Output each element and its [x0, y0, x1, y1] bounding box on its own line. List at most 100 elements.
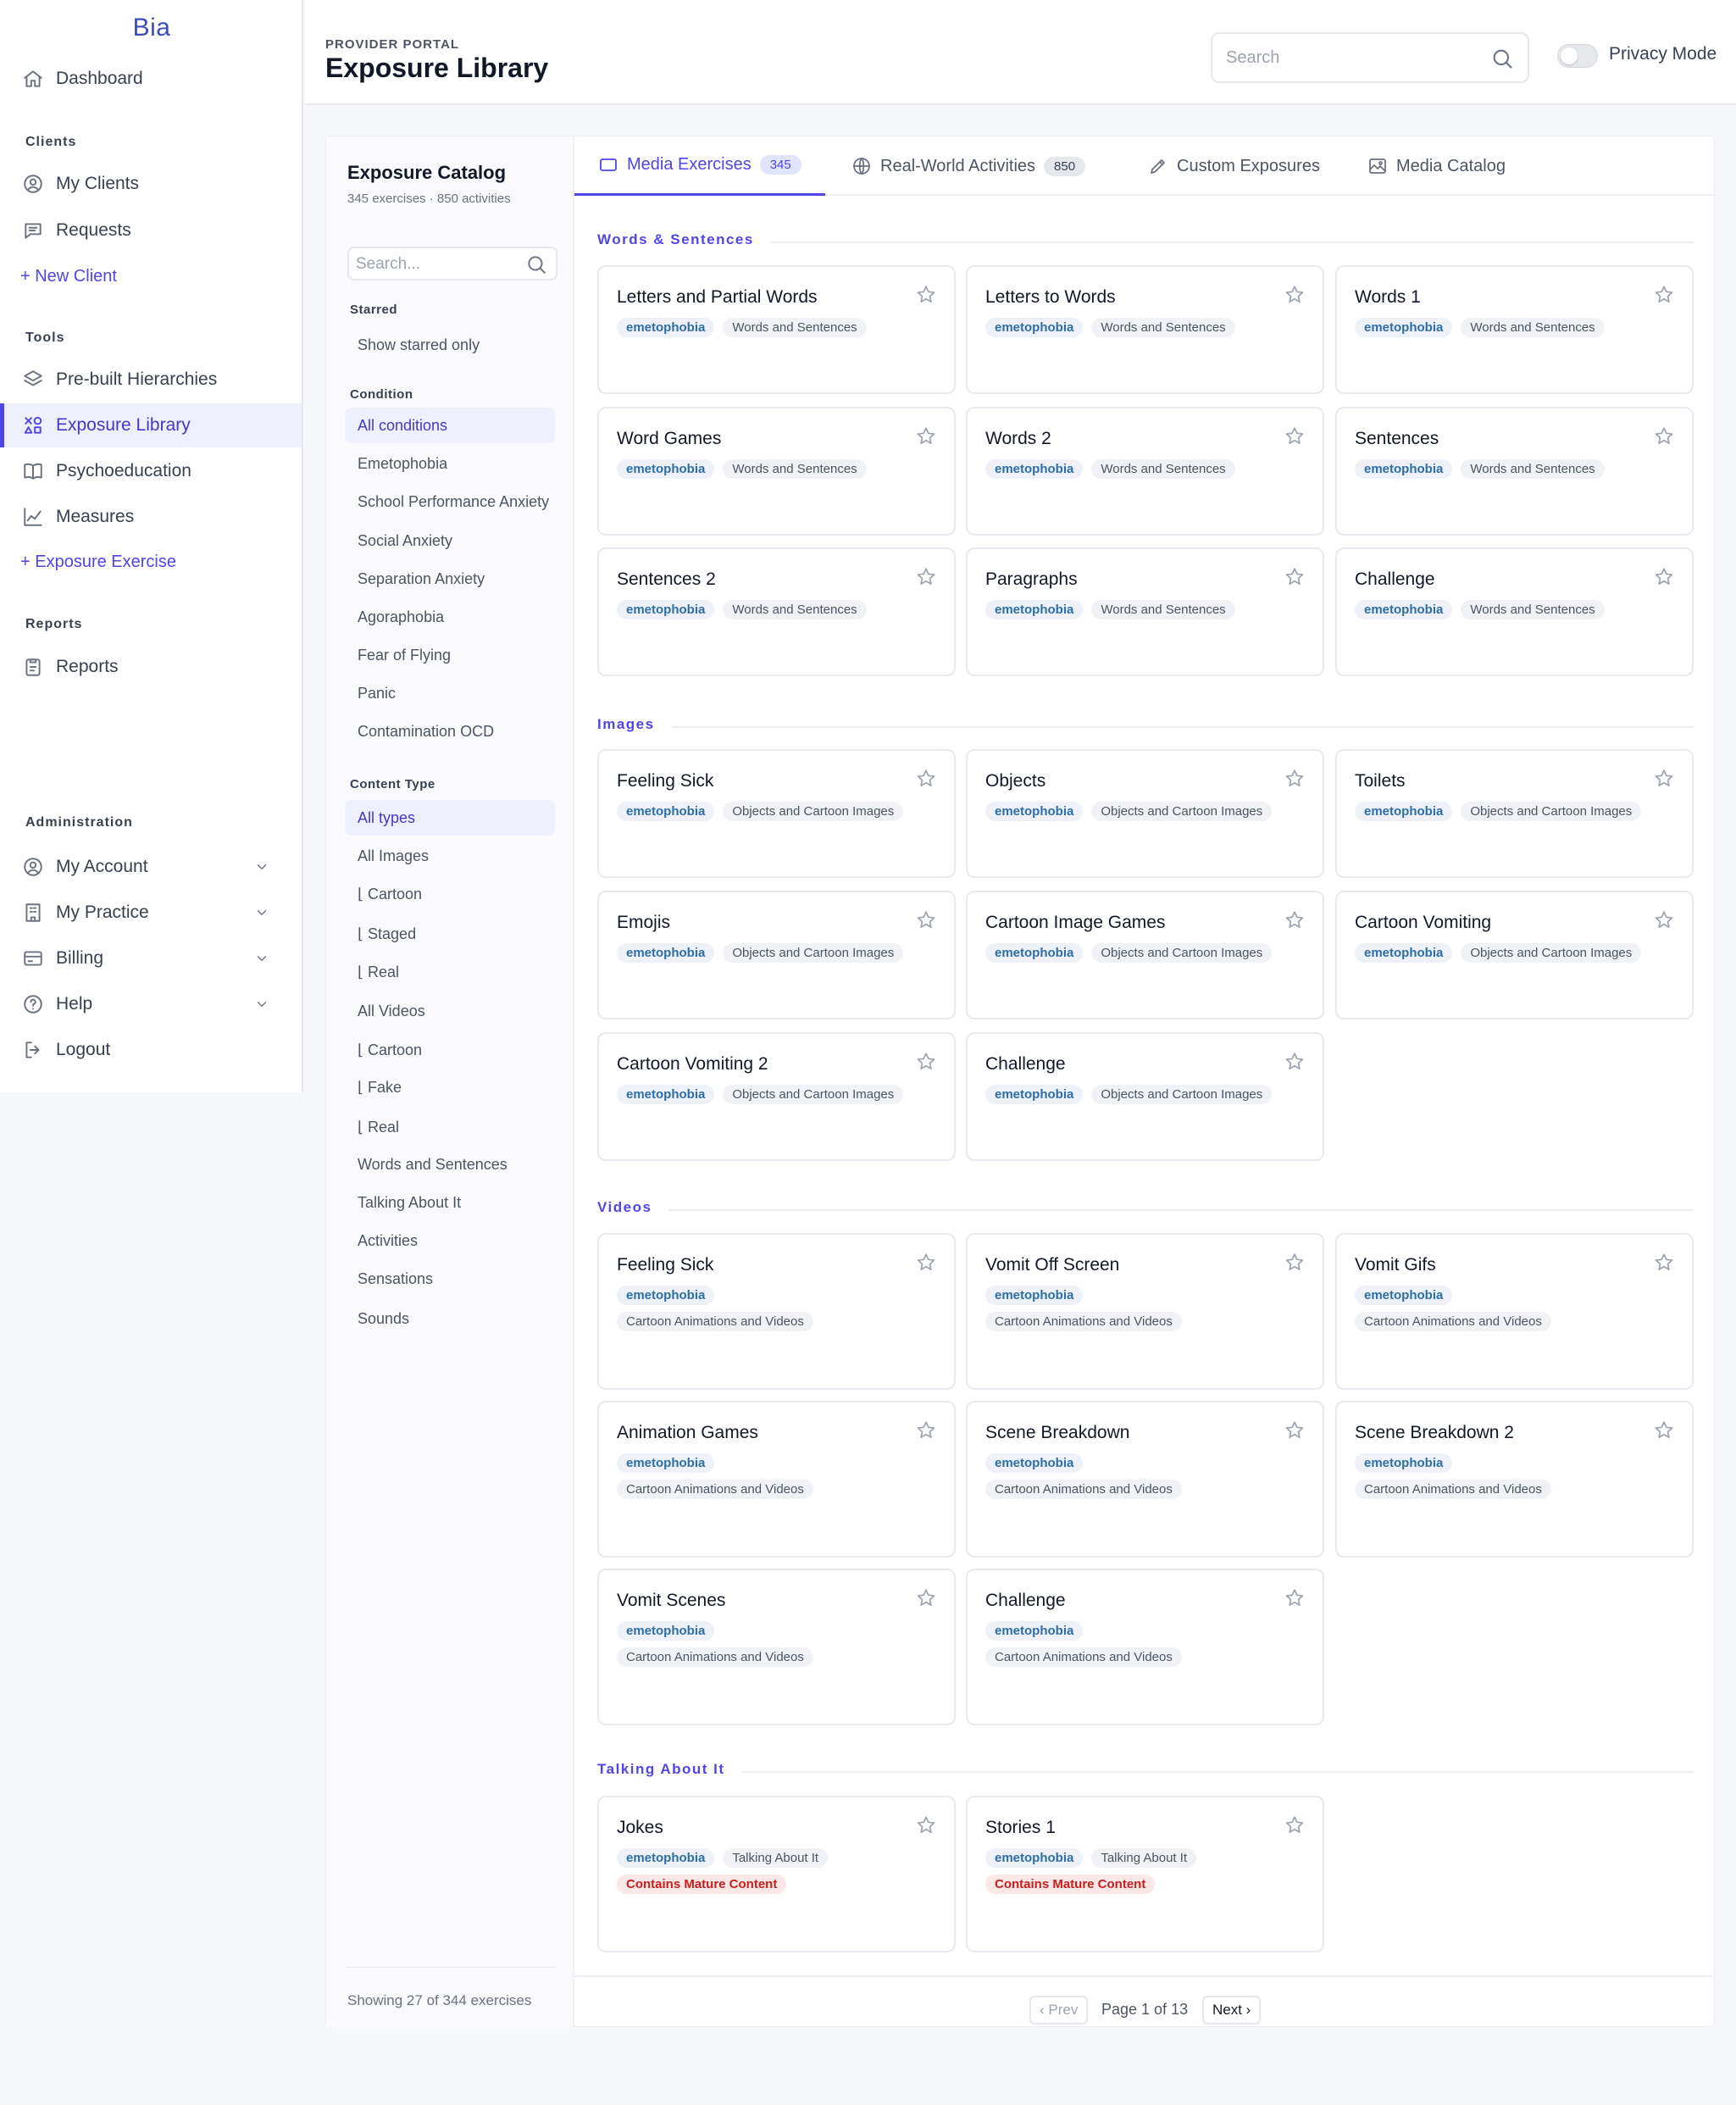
filter-content-type-option[interactable]: All Videos: [345, 993, 555, 1029]
exercise-card[interactable]: Vomit Off Screen emetophobia Cartoon Anima…: [966, 1233, 1324, 1390]
exercise-card[interactable]: Challenge emetophobia Objects and Cartoon …: [966, 1032, 1324, 1161]
nav-dashboard[interactable]: Dashboard: [0, 57, 302, 101]
nav-exposure-library[interactable]: Exposure Library: [0, 403, 302, 447]
star-icon[interactable]: [915, 1419, 937, 1441]
filter-content-type-option[interactable]: ⌊ Real: [345, 954, 555, 990]
exercise-card[interactable]: Cartoon Vomiting 2 emetophobia Objects and…: [597, 1032, 956, 1161]
exercise-card[interactable]: Scene Breakdown emetophobia Cartoon Animat…: [966, 1401, 1324, 1558]
exercise-card[interactable]: Vomit Scenes emetophobia Cartoon Animation…: [597, 1569, 956, 1725]
star-icon[interactable]: [1653, 1419, 1675, 1441]
star-icon[interactable]: [915, 425, 937, 447]
exercise-card[interactable]: Challenge emetophobia Cartoon Animations a…: [966, 1569, 1324, 1725]
nav-help[interactable]: Help: [0, 982, 302, 1026]
exercise-card[interactable]: Paragraphs emetophobia Words and Sentences: [966, 547, 1324, 676]
exercise-card[interactable]: Cartoon Image Games emetophobia Objects an…: [966, 891, 1324, 1019]
nav-psychoeducation[interactable]: Psychoeducation: [0, 449, 302, 493]
prev-page-button[interactable]: ‹ Prev: [1029, 1996, 1089, 2024]
chevron-down-icon[interactable]: [254, 997, 269, 1012]
filter-starred-only[interactable]: Show starred only: [345, 327, 555, 363]
exercise-card[interactable]: Stories 1 emetophobia Talking About It Cont…: [966, 1796, 1324, 1952]
star-icon[interactable]: [1284, 1252, 1306, 1274]
star-icon[interactable]: [1284, 1587, 1306, 1609]
privacy-mode-toggle[interactable]: [1557, 44, 1598, 68]
star-icon[interactable]: [1653, 1252, 1675, 1274]
exercise-card[interactable]: Word Games emetophobia Words and Sentences: [597, 407, 956, 536]
filter-condition-option[interactable]: Panic: [345, 675, 555, 711]
filter-condition-option[interactable]: Agoraphobia: [345, 599, 555, 635]
chevron-down-icon[interactable]: [254, 859, 269, 875]
exercise-card[interactable]: Jokes emetophobia Talking About It Contains…: [597, 1796, 956, 1952]
catalog-search-input[interactable]: [356, 253, 517, 275]
app-logo[interactable]: Bia: [0, 14, 303, 42]
filter-content-type-option[interactable]: ⌊ Fake: [345, 1069, 555, 1105]
filter-content-type-option[interactable]: Talking About It: [345, 1185, 555, 1220]
exposure-exercise-link[interactable]: + Exposure Exercise: [20, 553, 176, 572]
chevron-down-icon[interactable]: [254, 905, 269, 920]
nav-my-clients[interactable]: My Clients: [0, 162, 302, 206]
filter-condition-option[interactable]: Separation Anxiety: [345, 561, 555, 597]
star-icon[interactable]: [1653, 425, 1675, 447]
star-icon[interactable]: [1284, 1814, 1306, 1836]
filter-condition-option[interactable]: Contamination OCD: [345, 714, 555, 749]
filter-content-type-option[interactable]: Words and Sentences: [345, 1147, 555, 1182]
catalog-search[interactable]: [347, 247, 557, 280]
filter-content-type-option[interactable]: Sounds: [345, 1301, 555, 1336]
filter-content-type-option[interactable]: ⌊ Cartoon: [345, 1032, 555, 1068]
star-icon[interactable]: [915, 1051, 937, 1073]
star-icon[interactable]: [1284, 768, 1306, 790]
filter-content-type-option[interactable]: ⌊ Real: [345, 1109, 555, 1145]
star-icon[interactable]: [1284, 284, 1306, 306]
filter-content-type-option[interactable]: Sensations: [345, 1261, 555, 1297]
exercise-card[interactable]: Challenge emetophobia Words and Sentences: [1335, 547, 1694, 676]
star-icon[interactable]: [915, 909, 937, 931]
exercise-card[interactable]: Words 1 emetophobia Words and Sentences: [1335, 265, 1694, 394]
exercise-card[interactable]: Feeling Sick emetophobia Objects and Carto…: [597, 749, 956, 878]
exercise-card[interactable]: Sentences emetophobia Words and Sentences: [1335, 407, 1694, 536]
star-icon[interactable]: [1284, 566, 1306, 588]
exercise-card[interactable]: Letters to Words emetophobia Words and Sen…: [966, 265, 1324, 394]
tab-media-catalog[interactable]: Media Catalog: [1367, 136, 1506, 196]
exercise-card[interactable]: Animation Games emetophobia Cartoon Animat…: [597, 1401, 956, 1558]
global-search[interactable]: [1211, 32, 1529, 83]
filter-content-type-option[interactable]: Activities: [345, 1223, 555, 1258]
star-icon[interactable]: [1284, 909, 1306, 931]
star-icon[interactable]: [915, 566, 937, 588]
filter-content-type-option[interactable]: All Images: [345, 838, 555, 874]
nav-billing[interactable]: Billing: [0, 936, 302, 980]
exercise-card[interactable]: Objects emetophobia Objects and Cartoon Im…: [966, 749, 1324, 878]
nav-logout[interactable]: Logout: [0, 1028, 302, 1072]
nav-requests[interactable]: Requests: [0, 208, 302, 253]
nav-my-account[interactable]: My Account: [0, 845, 302, 889]
exercise-card[interactable]: Toilets emetophobia Objects and Cartoon Im…: [1335, 749, 1694, 878]
exercise-card[interactable]: Sentences 2 emetophobia Words and Sentence…: [597, 547, 956, 676]
star-icon[interactable]: [1653, 284, 1675, 306]
star-icon[interactable]: [915, 1587, 937, 1609]
filter-content-type-option[interactable]: ⌊ Cartoon: [345, 876, 555, 912]
nav-reports[interactable]: Reports: [0, 645, 302, 689]
star-icon[interactable]: [1653, 566, 1675, 588]
new-client-link[interactable]: + New Client: [20, 267, 117, 286]
search-icon[interactable]: [525, 253, 547, 275]
exercise-card[interactable]: Scene Breakdown 2 emetophobia Cartoon Anim…: [1335, 1401, 1694, 1558]
filter-content-type-option[interactable]: All types: [345, 800, 555, 836]
search-icon[interactable]: [1490, 47, 1514, 70]
star-icon[interactable]: [915, 1252, 937, 1274]
tab-media-exercises[interactable]: Media Exercises 345: [574, 136, 825, 196]
tab-custom-exposures[interactable]: Custom Exposures: [1148, 136, 1320, 196]
exercise-card[interactable]: Feeling Sick emetophobia Cartoon Animation…: [597, 1233, 956, 1390]
filter-content-type-option[interactable]: ⌊ Staged: [345, 916, 555, 952]
tab-real-world-activities[interactable]: Real-World Activities 850: [851, 136, 1086, 196]
exercise-card[interactable]: Cartoon Vomiting emetophobia Objects and C…: [1335, 891, 1694, 1019]
filter-condition-option[interactable]: All conditions: [345, 408, 555, 443]
star-icon[interactable]: [1653, 909, 1675, 931]
star-icon[interactable]: [1284, 1051, 1306, 1073]
filter-condition-option[interactable]: Fear of Flying: [345, 637, 555, 673]
nav-my-practice[interactable]: My Practice: [0, 891, 302, 935]
filter-condition-option[interactable]: Emetophobia: [345, 446, 555, 481]
next-page-button[interactable]: Next ›: [1202, 1996, 1262, 2024]
star-icon[interactable]: [1284, 425, 1306, 447]
star-icon[interactable]: [1284, 1419, 1306, 1441]
filter-condition-option[interactable]: School Performance Anxiety: [345, 484, 555, 519]
exercise-card[interactable]: Letters and Partial Words emetophobia Word…: [597, 265, 956, 394]
exercise-card[interactable]: Vomit Gifs emetophobia Cartoon Animations …: [1335, 1233, 1694, 1390]
